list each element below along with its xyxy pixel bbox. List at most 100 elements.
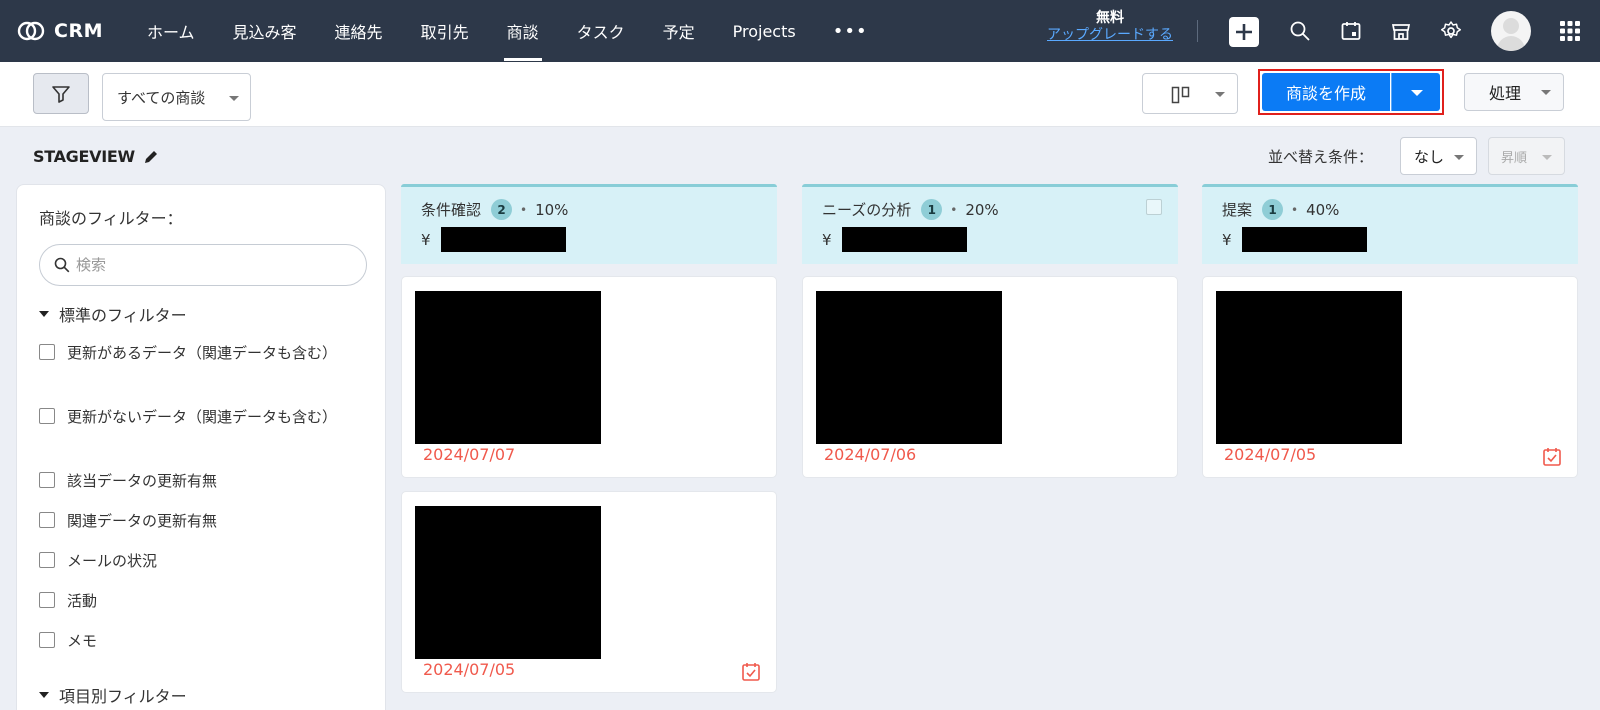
standard-filter-label: 標準のフィルター [59,306,187,325]
redacted-content [415,506,601,659]
view-select[interactable]: すべての商談 [102,73,251,121]
nav-divider [1197,20,1198,42]
upgrade-link[interactable]: アップグレードする [1040,27,1180,44]
closing-date: 2024/07/06 [824,445,917,464]
checkbox[interactable] [39,552,55,568]
stage-count-badge: 1 [921,199,943,220]
stage-probability: 40% [1306,200,1340,219]
filter-item[interactable]: 活動 [39,588,339,614]
nav-item-deals[interactable]: 商談 [488,0,558,62]
redacted-content [1216,291,1402,444]
calendar-button[interactable] [1338,18,1364,44]
deal-card[interactable]: 2024/07/06 [802,276,1178,478]
nav-item-contacts[interactable]: 連絡先 [316,0,402,62]
stage-column-header: 条件確認 2 • 10% ¥ [401,184,777,264]
nav-item-events[interactable]: 予定 [644,0,714,62]
stage-name: 条件確認 [421,201,482,219]
filter-item-label: メモ [67,632,98,650]
user-avatar[interactable] [1491,11,1531,51]
crm-logo-icon [17,21,45,41]
task-icon[interactable] [741,662,761,682]
stage-probability: 20% [965,200,999,219]
app-launcher-button[interactable] [1557,18,1583,44]
top-nav: CRM ホーム 見込み客 連絡先 取引先 商談 タスク 予定 Projects … [0,0,1600,62]
nav-more-button[interactable]: ••• [815,0,886,62]
filter-item[interactable]: 更新があるデータ（関連データも含む） [39,340,339,366]
checkbox[interactable] [39,512,55,528]
checkbox[interactable] [39,344,55,360]
create-deal-menu-button[interactable] [1391,73,1440,111]
filter-item[interactable]: 更新がないデータ（関連データも含む） [39,404,339,430]
currency-symbol: ¥ [822,230,832,249]
field-filter-group[interactable]: 項目別フィルター [39,683,187,707]
create-deal-highlight: 商談を作成 [1258,69,1444,115]
chevron-down-icon [1541,90,1551,95]
filter-item-label: 活動 [67,592,98,610]
filter-search-input[interactable] [76,256,336,274]
closing-date: 2024/07/05 [1224,445,1317,464]
redacted-amount [440,227,566,252]
chevron-down-icon [1215,92,1225,97]
list-toolbar: すべての商談 商談を作成 処理 [0,62,1600,127]
stage-probability: 10% [535,200,569,219]
filter-item-label: メールの状況 [67,552,158,570]
actions-button[interactable]: 処理 [1464,73,1564,111]
checkbox[interactable] [39,592,55,608]
deal-card[interactable]: 2024/07/05 [1202,276,1578,478]
currency-symbol: ¥ [1222,230,1232,249]
separator-dot: • [520,202,528,217]
search-button[interactable] [1287,18,1313,44]
redacted-content [816,291,1002,444]
filter-item[interactable]: メールの状況 [39,548,339,574]
deal-card[interactable]: 2024/07/07 [401,276,777,478]
search-icon [1290,21,1310,41]
stage-count-badge: 1 [1262,199,1284,220]
standard-filter-group[interactable]: 標準のフィルター [39,302,187,326]
nav-item-tasks[interactable]: タスク [558,0,644,62]
chevron-down-icon [1542,155,1552,160]
quick-create-button[interactable] [1229,17,1259,47]
deal-card[interactable]: 2024/07/05 [401,491,777,693]
separator-dot: • [1291,202,1299,217]
caret-down-icon [39,692,49,698]
filter-item[interactable]: 関連データの更新有無 [39,508,339,534]
pencil-icon[interactable] [143,149,159,165]
marketplace-button[interactable] [1388,18,1414,44]
actions-label: 処理 [1489,84,1522,103]
plan-label: 無料 [1096,10,1124,26]
filter-item-label: 関連データの更新有無 [67,512,218,530]
nav-item-projects[interactable]: Projects [714,0,815,62]
plan-info: 無料 アップグレードする [1040,10,1180,44]
calendar-icon [1341,22,1361,40]
filter-item[interactable]: 該当データの更新有無 [39,468,339,494]
stage-select-checkbox[interactable] [1146,199,1162,215]
task-icon[interactable] [1542,447,1562,467]
redacted-content [415,291,601,444]
crm-logo[interactable]: CRM [16,20,108,42]
redacted-amount [841,227,967,252]
create-deal-button[interactable]: 商談を作成 [1262,73,1390,111]
nav-item-home[interactable]: ホーム [128,0,214,62]
view-select-value: すべての商談 [117,88,206,107]
redacted-amount [1241,227,1367,252]
sort-select[interactable]: なし [1400,137,1477,175]
order-select-value: 昇順 [1501,150,1528,166]
stage-column-header: 提案 1 • 40% ¥ [1202,184,1578,264]
layout-switch-button[interactable] [1142,73,1238,114]
checkbox[interactable] [39,632,55,648]
checkbox[interactable] [39,472,55,488]
stageview-title: STAGEVIEW [33,147,159,166]
chevron-down-icon [1411,90,1423,96]
filter-search[interactable] [39,244,367,286]
filter-item-label: 更新があるデータ（関連データも含む） [67,344,338,362]
filter-toggle-button[interactable] [33,73,89,114]
filter-item[interactable]: メモ [39,628,339,654]
nav-item-leads[interactable]: 見込み客 [214,0,316,62]
gear-icon [1440,21,1462,39]
nav-item-accounts[interactable]: 取引先 [402,0,488,62]
chevron-down-icon [229,96,239,101]
checkbox[interactable] [39,408,55,424]
settings-button[interactable] [1438,18,1464,44]
field-filter-label: 項目別フィルター [59,687,187,706]
order-select[interactable]: 昇順 [1488,137,1565,175]
